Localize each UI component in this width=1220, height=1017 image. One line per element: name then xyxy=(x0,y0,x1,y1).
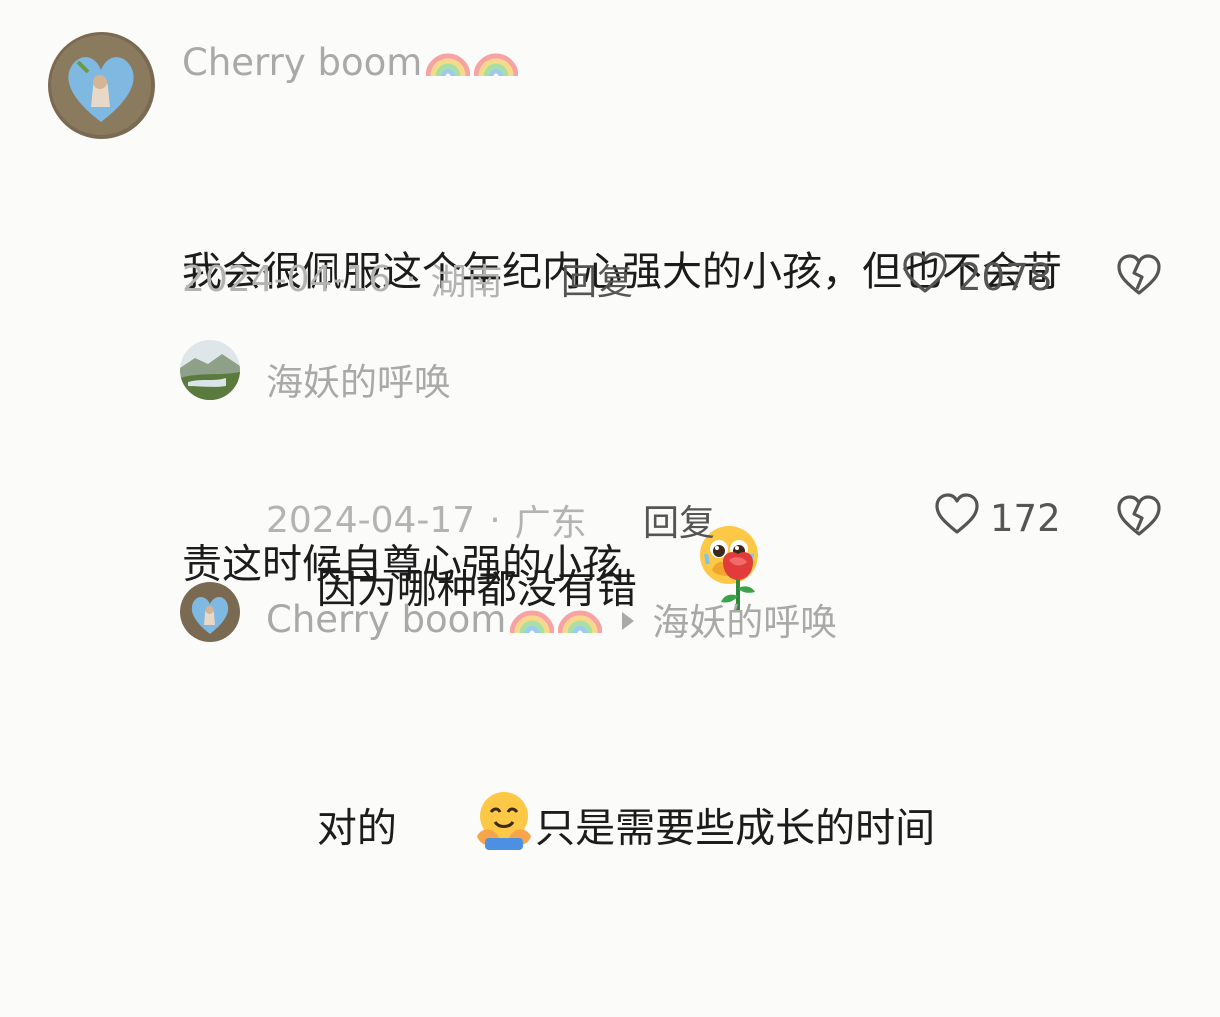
comment-text: 对的 只是需要些成长的时间 xyxy=(266,644,935,1017)
reply-to-username[interactable]: 海妖的呼唤 xyxy=(652,592,837,646)
avatar[interactable] xyxy=(180,582,240,642)
rainbow-icon xyxy=(557,595,603,644)
comment-text-b: 只是需要些成长的时间 xyxy=(535,805,936,852)
avatar-image xyxy=(180,582,240,642)
hugging-face-emoji xyxy=(397,716,535,945)
rainbow-icon xyxy=(509,595,555,644)
comment-text-a: 对的 xyxy=(316,805,397,852)
reply-arrow-icon xyxy=(620,598,636,641)
username-text[interactable]: Cherry boom xyxy=(266,598,506,641)
comment-3: Cherry boom 海妖的呼唤 对的 只是需要些成长的时间 xyxy=(0,0,1220,852)
username[interactable]: Cherry boom 海妖的呼唤 xyxy=(266,592,837,646)
